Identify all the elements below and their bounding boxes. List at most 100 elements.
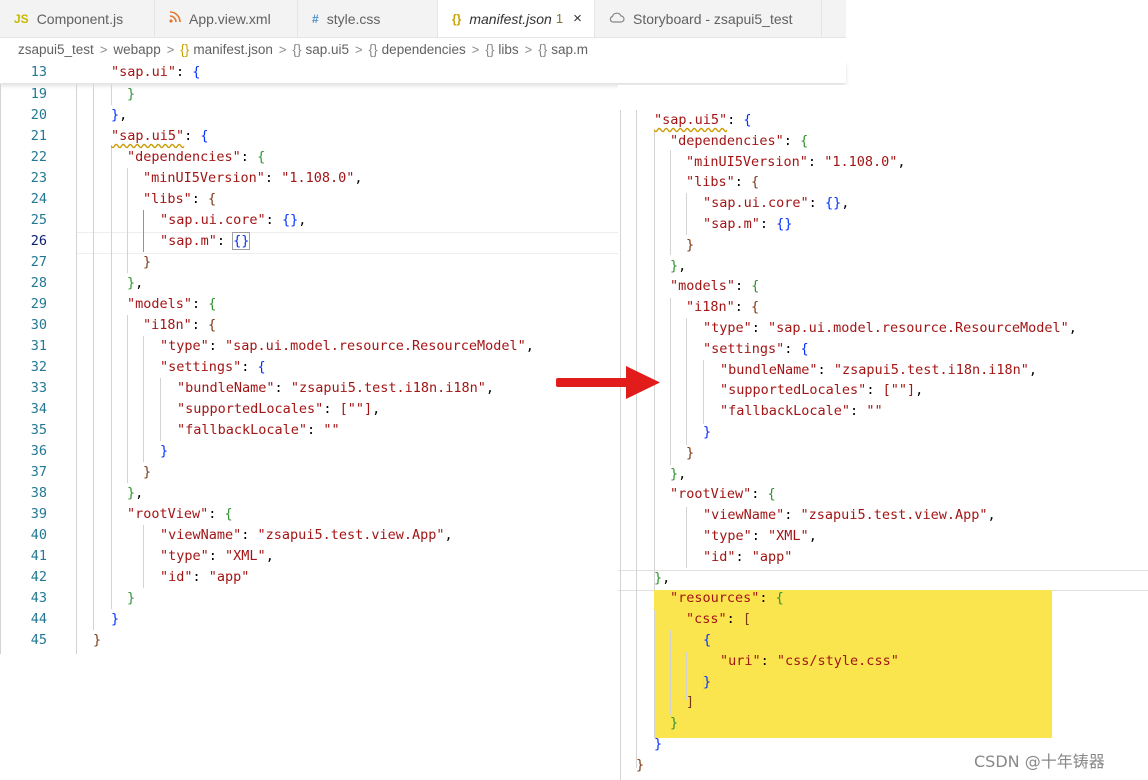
tab-app-view-xml[interactable]: App.view.xml [155, 0, 298, 37]
json-string-value: "1.108.0" [281, 170, 355, 186]
code-line: "bundleName": "zsapui5.test.i18n.i18n", [720, 360, 1037, 381]
close-icon[interactable]: × [573, 10, 582, 27]
code-line: } [111, 609, 119, 630]
code-line: "minUI5Version": "1.108.0", [686, 152, 905, 173]
line-number: 38 [30, 485, 47, 501]
code-line: "resources": { [670, 588, 784, 609]
line-number: 28 [30, 275, 47, 291]
json-key: "models" [670, 278, 736, 295]
code-line: "libs": { [686, 172, 759, 193]
line-number: 43 [30, 590, 47, 606]
chevron-right-icon: > [99, 41, 108, 57]
code-line: "dependencies": { [670, 131, 808, 152]
line-number: 39 [30, 506, 47, 522]
breadcrumb-item-root[interactable]: zsapui5_test [18, 42, 94, 57]
json-string-value: "" [323, 422, 340, 438]
code-line: "uri": "css/style.css" [720, 651, 899, 672]
json-key: "id" [160, 569, 193, 585]
json-punctuation: , [1068, 320, 1077, 336]
json-key: "dependencies" [670, 132, 784, 149]
breadcrumb-item-file[interactable]: manifest.json [193, 42, 273, 57]
json-key: "resources" [670, 590, 760, 607]
json-bracket: { [200, 128, 209, 144]
json-key: "sap.m" [703, 216, 760, 232]
indent-guide [686, 318, 687, 445]
code-line: }, [670, 464, 686, 485]
editor-tab-bar: JS Component.js App.view.xml # style.css… [0, 0, 846, 38]
json-punctuation: , [662, 569, 671, 586]
indent-guide [127, 168, 128, 273]
breadcrumb-item-dependencies[interactable]: dependencies [382, 42, 466, 57]
breadcrumb-item-folder[interactable]: webapp [113, 42, 160, 57]
line-number: 24 [30, 191, 47, 207]
json-bracket: {} [776, 216, 793, 232]
json-punctuation: , [915, 382, 924, 399]
json-array-value: [""] [882, 382, 916, 399]
tab-label: manifest.json [469, 10, 552, 27]
breadcrumb: zsapui5_test > webapp > {} manifest.json… [0, 37, 846, 61]
line-number: 35 [30, 422, 47, 438]
breadcrumb-item-sap-m[interactable]: sap.m [551, 42, 588, 57]
json-key: "sap.ui.core" [703, 195, 809, 212]
json-bracket: } [111, 107, 120, 123]
code-line: } [686, 443, 694, 464]
object-icon: {} [368, 41, 378, 57]
json-key: "settings" [703, 340, 785, 357]
json-bracket: { [257, 149, 266, 165]
json-bracket: } [111, 611, 120, 627]
tab-storyboard[interactable]: Storyboard - zsapui5_test [595, 0, 822, 37]
json-punctuation: : [241, 359, 258, 375]
breadcrumb-item-libs[interactable]: libs [498, 42, 518, 57]
code-line: "viewName": "zsapui5.test.view.App", [703, 505, 996, 526]
code-line: "type": "sap.ui.model.resource.ResourceM… [703, 318, 1077, 339]
indent-guide [143, 210, 144, 252]
arrow-right-icon [556, 366, 660, 399]
indent-guide [686, 507, 687, 568]
json-bracket: [ [742, 611, 752, 628]
current-line-highlight [76, 232, 618, 254]
chevron-right-icon: > [471, 41, 480, 57]
tab-style-css[interactable]: # style.css [298, 0, 438, 37]
json-punctuation: : [866, 382, 883, 399]
code-line: "rootView": { [127, 504, 233, 525]
json-punctuation: : [208, 338, 226, 354]
json-key: "fallbackLocale" [720, 403, 851, 420]
json-bracket: } [670, 257, 679, 274]
json-punctuation: , [298, 212, 307, 228]
json-key: "supportedLocales" [177, 401, 324, 417]
json-key: "type" [160, 338, 209, 354]
json-bracket: } [143, 254, 152, 270]
json-punctuation: : [759, 216, 777, 232]
code-line: } [703, 422, 711, 443]
json-key: "type" [160, 548, 209, 564]
json-string-value: "zsapui5.test.i18n.i18n" [290, 380, 486, 396]
code-line: "sap.m": {} [160, 231, 251, 252]
line-number: 36 [30, 443, 47, 459]
line-number: 29 [30, 296, 47, 312]
json-key: "rootView" [127, 506, 209, 522]
json-file-icon: {} [180, 41, 190, 57]
breadcrumb-item-sap-ui5[interactable]: sap.ui5 [306, 42, 350, 57]
indent-guide [670, 630, 671, 715]
line-number: 26 [30, 233, 47, 249]
indent-guide [654, 130, 655, 590]
line-number: 40 [30, 527, 47, 543]
tab-manifest-json[interactable]: {} manifest.json 1 × [438, 0, 595, 37]
line-number: 21 [30, 128, 47, 144]
tab-label: Storyboard - zsapui5_test [633, 10, 793, 27]
code-line: } [93, 630, 101, 651]
json-string-value: "app" [751, 548, 793, 565]
json-key: "viewName" [160, 527, 242, 543]
indent-guide [654, 610, 655, 738]
json-key: "minUI5Version" [143, 170, 265, 186]
json-string-value: "1.108.0" [824, 153, 898, 170]
tab-component-js[interactable]: JS Component.js [0, 0, 155, 37]
json-punctuation: , [135, 485, 144, 501]
json-bracket: } [670, 715, 679, 732]
code-line: } [703, 672, 711, 693]
line-number: 31 [30, 338, 47, 354]
indent-guide [111, 147, 112, 609]
line-number: 37 [30, 464, 47, 480]
chevron-right-icon: > [166, 41, 175, 57]
line-number: 33 [30, 380, 47, 396]
